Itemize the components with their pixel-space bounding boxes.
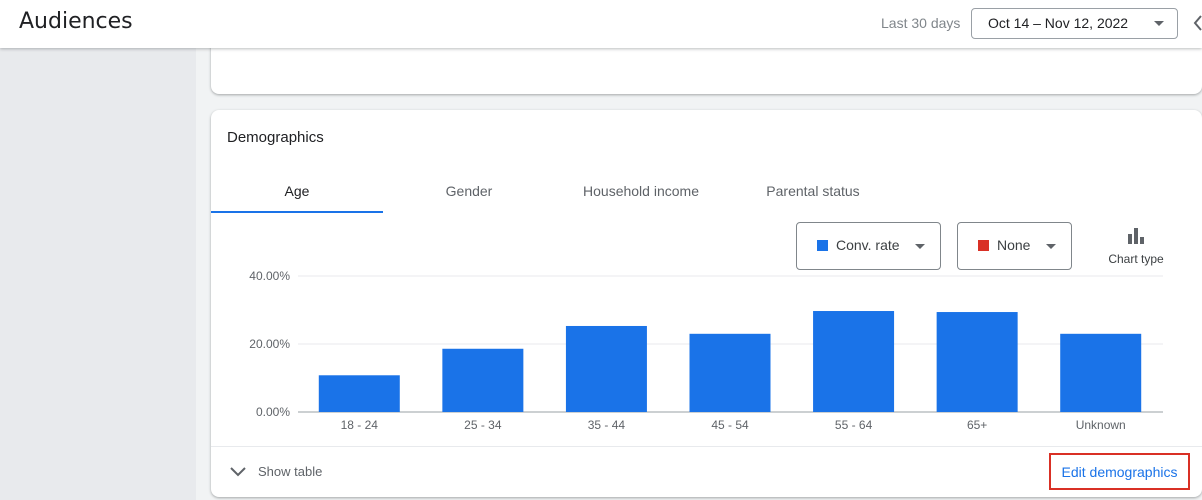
date-range-label: Last 30 days	[881, 15, 961, 31]
metric-color-swatch	[978, 240, 989, 251]
bar	[565, 325, 647, 412]
demographics-tabs: Age Gender Household income Parental sta…	[211, 174, 911, 214]
bar	[1060, 333, 1142, 412]
tab-gender[interactable]: Gender	[383, 174, 555, 214]
bar	[936, 312, 1018, 412]
chevron-down-icon	[230, 467, 246, 477]
age-bar-chart: 0.00% 20.00% 40.00% 18 - 24 25 - 34 35 - 44 45…	[249, 269, 1163, 432]
primary-metric-label: Conv. rate	[836, 237, 900, 253]
x-tick-label: Unknown	[1076, 418, 1126, 432]
tab-age[interactable]: Age	[211, 174, 383, 214]
date-range-picker[interactable]: Oct 14 – Nov 12, 2022	[971, 8, 1178, 39]
bar	[689, 333, 771, 412]
secondary-metric-label: None	[997, 237, 1031, 253]
chart-type-button[interactable]: Chart type	[1101, 228, 1171, 266]
x-tick-label: 35 - 44	[588, 418, 626, 432]
bar	[318, 375, 400, 412]
x-tick-label: 25 - 34	[464, 418, 502, 432]
bar	[442, 348, 524, 412]
active-tab-indicator	[211, 211, 383, 213]
x-tick-label: 18 - 24	[341, 418, 379, 432]
chart-type-label: Chart type	[1108, 252, 1164, 266]
left-gutter	[0, 48, 196, 500]
metric-color-swatch	[817, 240, 828, 251]
dropdown-arrow-icon	[915, 244, 925, 249]
page-title: Audiences	[19, 9, 133, 34]
y-tick-label: 0.00%	[256, 405, 290, 419]
edit-demographics-link[interactable]: Edit demographics	[1049, 453, 1190, 490]
dropdown-arrow-icon	[1154, 21, 1164, 26]
tab-parental-status[interactable]: Parental status	[727, 174, 899, 214]
y-tick-label: 20.00%	[249, 337, 290, 351]
y-tick-label: 40.00%	[249, 269, 290, 283]
chevron-left-icon[interactable]	[1192, 13, 1202, 33]
secondary-metric-select[interactable]: None	[957, 222, 1072, 270]
demographics-card: Demographics Age Gender Household income…	[211, 110, 1202, 497]
bar-chart-icon	[1128, 228, 1144, 244]
card-title: Demographics	[227, 129, 324, 146]
x-tick-label: 65+	[967, 418, 987, 432]
dropdown-arrow-icon	[1046, 244, 1056, 249]
show-table-label: Show table	[258, 464, 323, 479]
card-divider	[211, 446, 1202, 447]
app-header: Audiences Last 30 days Oct 14 – Nov 12, …	[0, 0, 1202, 48]
x-tick-label: 55 - 64	[835, 418, 873, 432]
tab-household-income[interactable]: Household income	[555, 174, 727, 214]
x-tick-label: 45 - 54	[711, 418, 749, 432]
bar	[813, 311, 895, 412]
primary-metric-select[interactable]: Conv. rate	[796, 222, 941, 270]
date-range-value: Oct 14 – Nov 12, 2022	[988, 15, 1129, 31]
